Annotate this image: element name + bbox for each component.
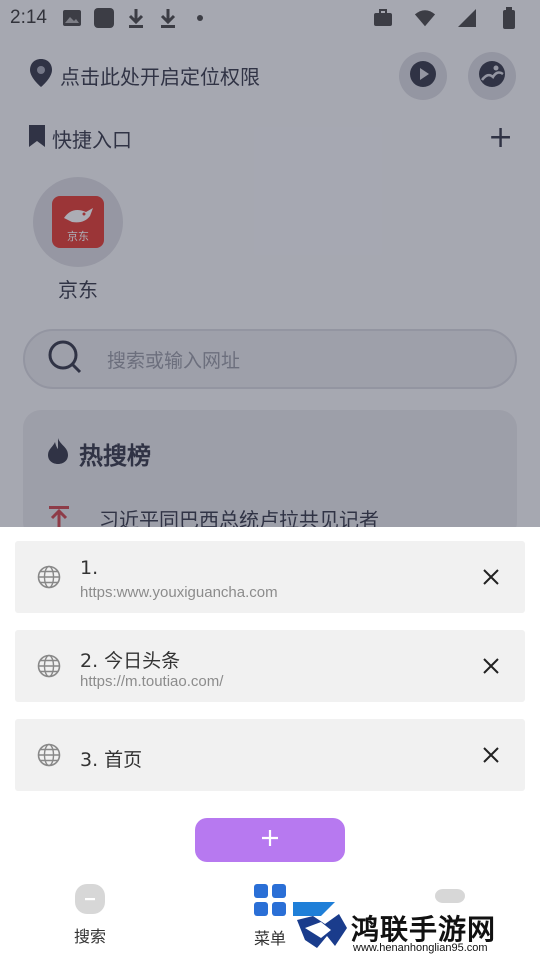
plus-icon bbox=[260, 828, 280, 852]
dim-overlay[interactable] bbox=[0, 0, 540, 527]
tab-item-2[interactable]: 2. 今日头条 https://m.toutiao.com/ bbox=[15, 630, 525, 702]
tab-title: 2. 今日头条 bbox=[80, 650, 181, 672]
nav-search[interactable]: 搜索 bbox=[45, 883, 135, 947]
new-tab-button[interactable] bbox=[195, 818, 345, 862]
globe-icon bbox=[37, 743, 61, 767]
close-icon[interactable] bbox=[481, 656, 501, 676]
nav-search-label: 搜索 bbox=[73, 927, 106, 946]
tab-item-3[interactable]: 3. 首页 bbox=[15, 719, 525, 791]
tab-item-1[interactable]: 1. https:www.youxiguancha.com bbox=[15, 541, 525, 613]
tab-title: 1. bbox=[80, 557, 99, 579]
watermark-logo-icon bbox=[291, 898, 351, 958]
close-icon[interactable] bbox=[481, 567, 501, 587]
tab-url: https://m.toutiao.com/ bbox=[80, 673, 224, 690]
globe-icon bbox=[37, 565, 61, 589]
tabs-sheet: 1. https:www.youxiguancha.com 2. 今日头条 ht… bbox=[0, 527, 540, 960]
globe-icon bbox=[37, 654, 61, 678]
tab-title: 3. 首页 bbox=[80, 749, 143, 771]
grid-menu-icon bbox=[253, 884, 287, 921]
watermark-url: www.henanhonglian95.com bbox=[353, 942, 488, 954]
tab-url: https:www.youxiguancha.com bbox=[80, 584, 278, 601]
search-tab-icon bbox=[74, 884, 106, 919]
close-icon[interactable] bbox=[481, 745, 501, 765]
site-watermark: 鸿联手游网 www.henanhonglian95.com bbox=[291, 898, 537, 958]
